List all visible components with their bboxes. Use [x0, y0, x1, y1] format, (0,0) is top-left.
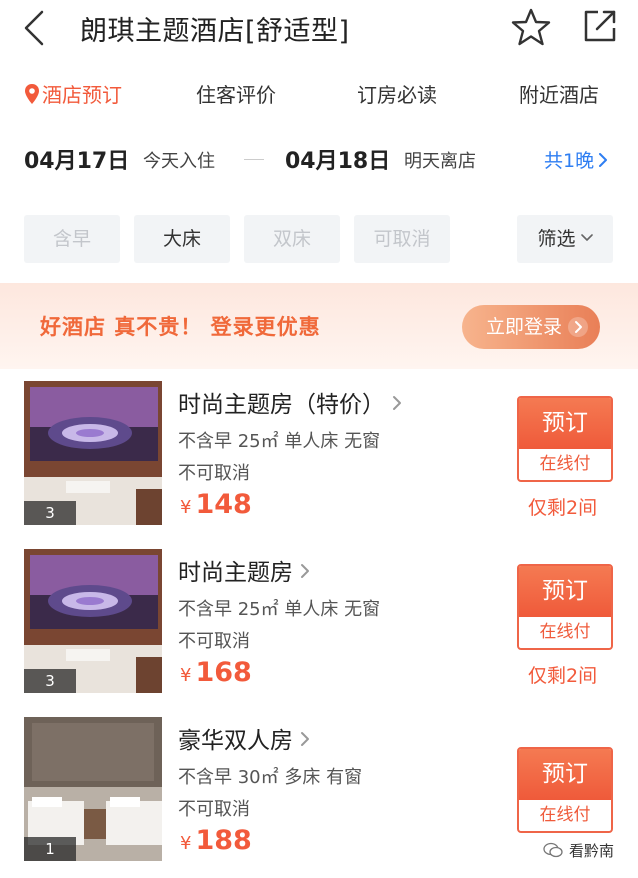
- room-price: ¥148: [180, 489, 252, 520]
- filter-twin-bed[interactable]: 双床: [244, 215, 340, 263]
- price-amount: 188: [195, 825, 252, 856]
- chevron-down-icon: [580, 234, 593, 241]
- checkout-date[interactable]: 04月18日: [285, 143, 390, 175]
- price-amount: 148: [195, 489, 252, 520]
- nights-label: 共1晚: [544, 150, 595, 172]
- currency-symbol: ¥: [180, 833, 192, 854]
- hotel-title: 朗琪主题酒店[舒适型]: [80, 16, 350, 47]
- share-external-icon[interactable]: [580, 6, 620, 46]
- filter-dropdown-label: 筛选: [537, 228, 576, 250]
- photo-count: 3: [24, 501, 76, 525]
- chevron-right-icon: [301, 732, 309, 746]
- pay-online-label: 在线付: [539, 805, 591, 825]
- login-button-label: 立即登录: [486, 316, 563, 338]
- hotel-tabs: 酒店预订 住客评价 订房必读 附近酒店: [0, 68, 638, 118]
- room-name-row[interactable]: 时尚主题房: [178, 553, 311, 587]
- login-button[interactable]: 立即登录: [462, 305, 600, 349]
- tab-hotel-booking[interactable]: 酒店预订: [24, 79, 122, 108]
- price-amount: 168: [195, 657, 252, 688]
- date-selector[interactable]: 04月17日 今天入住 04月18日 明天离店 共1晚: [0, 135, 638, 183]
- book-button[interactable]: 预订 在线付: [517, 564, 613, 650]
- watermark-text: 看黔南: [569, 842, 615, 860]
- filter-dropdown[interactable]: 筛选: [517, 215, 613, 263]
- room-info: 不含早 25㎡ 单人床 无窗: [178, 431, 381, 452]
- room-photo[interactable]: 3: [24, 381, 162, 525]
- filter-big-bed[interactable]: 大床: [134, 215, 230, 263]
- tab-nearby-hotels[interactable]: 附近酒店: [519, 79, 599, 108]
- tab-booking-notes[interactable]: 订房必读: [357, 79, 437, 108]
- tab-label: 酒店预订: [42, 83, 122, 107]
- photo-count: 3: [24, 669, 76, 693]
- room-cancel-policy: 不可取消: [178, 799, 250, 820]
- book-label: 预订: [519, 398, 611, 449]
- room-cancel-policy: 不可取消: [178, 463, 250, 484]
- book-button[interactable]: 预订 在线付: [517, 396, 613, 482]
- watermark: 看黔南: [543, 840, 614, 861]
- filter-bar: 含早 大床 双床 可取消 筛选: [0, 215, 638, 265]
- room-info: 不含早 25㎡ 单人床 无窗: [178, 599, 381, 620]
- room-name: 豪华双人房: [178, 728, 293, 754]
- room-name-row[interactable]: 时尚主题房（特价）: [178, 385, 403, 419]
- room-name-row[interactable]: 豪华双人房: [178, 721, 311, 755]
- chevron-left-icon[interactable]: [18, 8, 52, 48]
- room-name: 时尚主题房（特价）: [178, 392, 385, 418]
- book-label: 预订: [519, 749, 611, 800]
- top-bar: 朗琪主题酒店[舒适型]: [0, 0, 638, 58]
- chevron-right-icon: [393, 396, 401, 410]
- room-item[interactable]: 3 时尚主题房 不含早 25㎡ 单人床 无窗 不可取消 ¥168 预订 在线付 …: [0, 537, 638, 705]
- wechat-icon: [543, 842, 563, 858]
- room-photo[interactable]: 3: [24, 549, 162, 693]
- checkin-label: 今天入住: [143, 151, 215, 172]
- rooms-remaining: 仅剩2间: [528, 665, 598, 687]
- checkout-label: 明天离店: [404, 151, 476, 172]
- login-promo-banner: 好酒店 真不贵！ 登录更优惠 立即登录: [0, 283, 638, 369]
- room-price: ¥168: [180, 657, 252, 688]
- currency-symbol: ¥: [180, 665, 192, 686]
- room-cancel-policy: 不可取消: [178, 631, 250, 652]
- pay-online-label: 在线付: [539, 454, 591, 474]
- filter-cancellable[interactable]: 可取消: [354, 215, 450, 263]
- checkin-date[interactable]: 04月17日: [24, 143, 129, 175]
- room-info: 不含早 30㎡ 多床 有窗: [178, 767, 363, 788]
- pay-online-label: 在线付: [539, 622, 591, 642]
- filter-breakfast[interactable]: 含早: [24, 215, 120, 263]
- room-name: 时尚主题房: [178, 560, 293, 586]
- room-item[interactable]: 3 时尚主题房（特价） 不含早 25㎡ 单人床 无窗 不可取消 ¥148 预订 …: [0, 369, 638, 537]
- photo-count: 1: [24, 837, 76, 861]
- currency-symbol: ¥: [180, 497, 192, 518]
- chevron-right-icon: [301, 564, 309, 578]
- room-photo[interactable]: 1: [24, 717, 162, 861]
- book-button[interactable]: 预订 在线付: [517, 747, 613, 833]
- chevron-right-icon: [599, 153, 608, 167]
- tab-guest-reviews[interactable]: 住客评价: [196, 79, 276, 108]
- star-outline-icon[interactable]: [511, 7, 551, 47]
- nights-count[interactable]: 共1晚: [544, 146, 608, 173]
- chevron-right-circle-icon: [568, 317, 588, 337]
- date-separator: [244, 159, 264, 160]
- rooms-remaining: 仅剩2间: [528, 497, 598, 519]
- room-price: ¥188: [180, 825, 252, 856]
- location-pin-icon: [25, 84, 39, 104]
- book-label: 预订: [519, 566, 611, 617]
- promo-text: 好酒店 真不贵！ 登录更优惠: [40, 315, 321, 339]
